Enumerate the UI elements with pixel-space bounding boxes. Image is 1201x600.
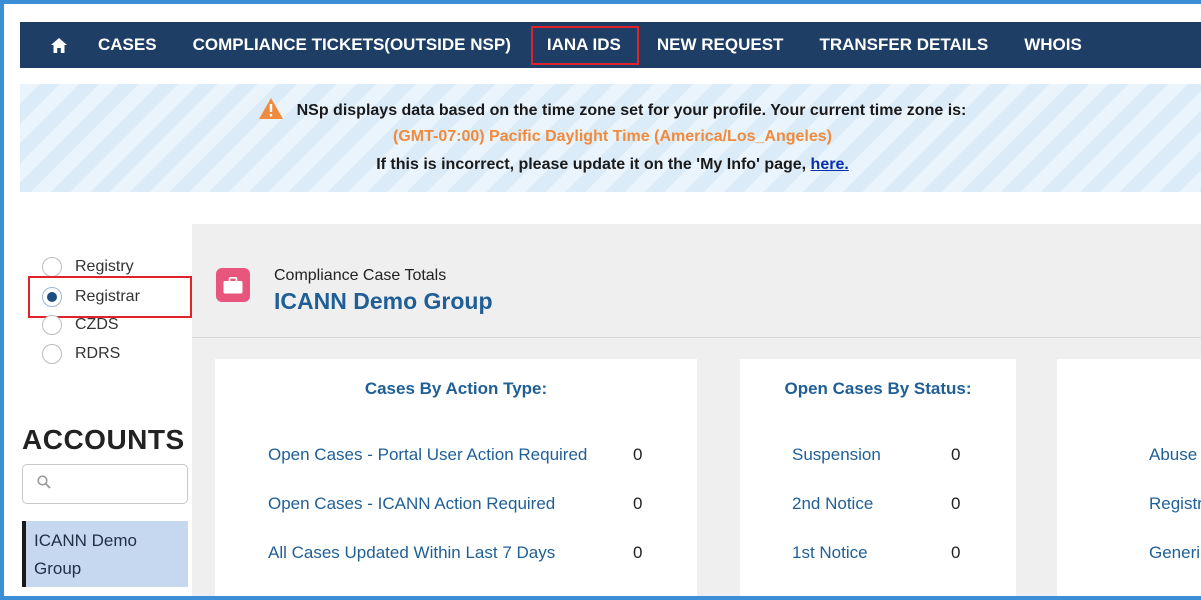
card-open-cases-by-status: Open Cases By Status: Suspension 0 2nd N… bbox=[740, 359, 1016, 596]
card-title: Open Cases By Status: bbox=[784, 379, 972, 398]
card-row-label[interactable]: 2nd Notice bbox=[792, 494, 873, 514]
main-panel: Compliance Case Totals ICANN Demo Group … bbox=[192, 224, 1201, 596]
card-cases-by-action-type: Cases By Action Type: Open Cases - Porta… bbox=[215, 359, 697, 596]
card-row-label[interactable]: All Cases Updated Within Last 7 Days bbox=[268, 543, 555, 563]
card-third-partial: Abuse Registr Generi bbox=[1057, 359, 1201, 596]
card-row-value: 0 bbox=[951, 494, 961, 513]
nav-iana-ids[interactable]: IANA IDS bbox=[529, 22, 639, 68]
radio-button[interactable] bbox=[42, 257, 62, 277]
nav-new-request[interactable]: NEW REQUEST bbox=[639, 22, 802, 68]
banner-timezone: (GMT-07:00) Pacific Daylight Time (Ameri… bbox=[393, 128, 832, 145]
card-row-label[interactable]: Abuse bbox=[1149, 445, 1197, 465]
banner-message: NSp displays data based on the time zone… bbox=[296, 102, 967, 119]
account-item-icann-demo-group[interactable]: ICANN Demo Group bbox=[22, 521, 188, 587]
card-row-label[interactable]: Open Cases - Portal User Action Required bbox=[268, 445, 587, 465]
card-title: Cases By Action Type: bbox=[364, 379, 548, 398]
screenshot-frame: CASES COMPLIANCE TICKETS(OUTSIDE NSP) IA… bbox=[0, 0, 1201, 600]
banner-line-3: If this is incorrect, please update it o… bbox=[20, 156, 1201, 174]
header-divider bbox=[192, 337, 1201, 338]
card-row-label[interactable]: 1st Notice bbox=[792, 543, 868, 563]
nav-transfer-details[interactable]: TRANSFER DETAILS bbox=[801, 22, 1006, 68]
registrar-highlight-box bbox=[28, 276, 192, 318]
briefcase-icon bbox=[216, 268, 250, 302]
radio-label: CZDS bbox=[75, 316, 119, 333]
card-row-label[interactable]: Registr bbox=[1149, 494, 1201, 514]
radio-button[interactable] bbox=[42, 315, 62, 335]
accounts-heading: ACCOUNTS bbox=[22, 424, 185, 455]
page-subtitle: Compliance Case Totals bbox=[274, 267, 447, 284]
page-title: ICANN Demo Group bbox=[274, 288, 493, 314]
card-row-value: 0 bbox=[633, 543, 643, 562]
card-row-label[interactable]: Open Cases - ICANN Action Required bbox=[268, 494, 555, 514]
radio-czds[interactable]: CZDS bbox=[42, 315, 119, 335]
card-row-value: 0 bbox=[951, 445, 961, 464]
nav-whois[interactable]: WHOIS bbox=[1006, 22, 1100, 68]
banner-update-text: If this is incorrect, please update it o… bbox=[376, 156, 811, 173]
search-icon bbox=[37, 474, 51, 494]
timezone-banner: NSp displays data based on the time zone… bbox=[20, 84, 1201, 192]
nav-cases[interactable]: CASES bbox=[80, 22, 175, 68]
home-icon[interactable] bbox=[38, 22, 80, 68]
accounts-search-input[interactable] bbox=[22, 464, 188, 504]
radio-button[interactable] bbox=[42, 344, 62, 364]
top-nav: CASES COMPLIANCE TICKETS(OUTSIDE NSP) IA… bbox=[20, 22, 1201, 68]
radio-label: Registry bbox=[75, 258, 134, 275]
radio-registry[interactable]: Registry bbox=[42, 257, 134, 277]
warning-icon bbox=[258, 98, 283, 124]
card-row-value: 0 bbox=[633, 494, 643, 513]
nav-compliance-tickets[interactable]: COMPLIANCE TICKETS(OUTSIDE NSP) bbox=[175, 22, 529, 68]
banner-line-1: NSp displays data based on the time zone… bbox=[20, 98, 1201, 124]
card-row-label[interactable]: Suspension bbox=[792, 445, 881, 465]
card-row-value: 0 bbox=[951, 543, 961, 562]
card-row-label[interactable]: Generi bbox=[1149, 543, 1200, 563]
radio-rdrs[interactable]: RDRS bbox=[42, 344, 120, 364]
card-row-value: 0 bbox=[633, 445, 643, 464]
radio-label: RDRS bbox=[75, 345, 121, 362]
my-info-link[interactable]: here. bbox=[811, 156, 849, 173]
